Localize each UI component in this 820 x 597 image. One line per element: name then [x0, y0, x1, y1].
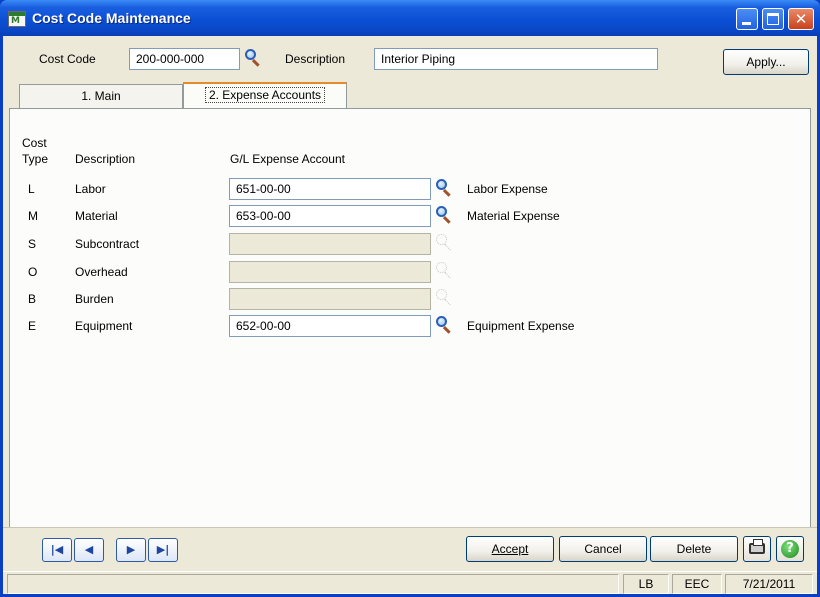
last-record-icon: ▶|: [156, 543, 170, 556]
cost-code-input[interactable]: 200-000-000: [129, 48, 240, 70]
row-cost-type: E: [28, 319, 37, 333]
lookup-lens: [436, 234, 447, 245]
lookup-handle: [442, 326, 451, 334]
row-cost-type: B: [28, 292, 37, 306]
delete-button[interactable]: Delete: [650, 536, 738, 562]
next-record-button[interactable]: ▶: [116, 538, 146, 562]
row-cost-type: L: [28, 182, 35, 196]
help-button[interactable]: ?: [776, 536, 804, 562]
title-bar[interactable]: M Cost Code Maintenance ✕: [0, 0, 820, 36]
apply-button-label: Apply...: [746, 55, 786, 69]
close-icon: ✕: [794, 10, 808, 28]
lookup-handle: [444, 299, 451, 306]
previous-record-button[interactable]: ◀: [74, 538, 104, 562]
row-description: Subcontract: [75, 237, 140, 251]
row-description: Material: [75, 209, 118, 223]
cost-code-lookup-icon[interactable]: [243, 48, 263, 68]
maximize-icon: [767, 13, 779, 25]
equipment-account-lookup-icon[interactable]: [434, 315, 454, 335]
cost-code-maintenance-window: M Cost Code Maintenance ✕ Cost Code 200-…: [0, 0, 820, 597]
printer-icon: [749, 539, 765, 554]
minimize-icon: [742, 22, 751, 25]
col-gl-expense-account: G/L Expense Account: [230, 152, 345, 166]
labor-gl-account-input[interactable]: 651-00-00: [229, 178, 431, 200]
tab-expense-accounts[interactable]: 2. Expense Accounts: [183, 82, 347, 108]
client-area: Cost Code 200-000-000 Description Interi…: [3, 36, 817, 594]
last-record-button[interactable]: ▶|: [148, 538, 178, 562]
window-title: Cost Code Maintenance: [32, 10, 191, 26]
lookup-lens: [436, 206, 447, 217]
lookup-lens: [436, 289, 447, 300]
lookup-lens: [245, 49, 256, 60]
material-account-description: Material Expense: [467, 209, 560, 223]
row-description: Labor: [75, 182, 106, 196]
delete-button-label: Delete: [676, 542, 712, 556]
status-date: 7/21/2011: [725, 574, 813, 594]
first-record-icon: |◀: [50, 543, 64, 556]
lookup-lens: [436, 179, 447, 190]
previous-record-icon: ◀: [84, 543, 94, 556]
col-description: Description: [75, 152, 136, 166]
material-gl-account-input[interactable]: 653-00-00: [229, 205, 431, 227]
status-bar: LB EEC 7/21/2011: [3, 571, 817, 594]
lookup-handle: [444, 244, 451, 251]
status-company: EEC: [672, 574, 722, 594]
row-cost-type: M: [28, 209, 38, 223]
col-cost-type-line2: Type: [22, 152, 49, 166]
material-account-lookup-icon[interactable]: [434, 205, 454, 225]
status-user: LB: [623, 574, 669, 594]
row-description: Overhead: [75, 265, 128, 279]
equipment-gl-account-input[interactable]: 652-00-00: [229, 315, 431, 337]
col-cost-type-line1: Cost: [22, 136, 47, 150]
cancel-button[interactable]: Cancel: [559, 536, 647, 562]
overhead-account-lookup-icon: [434, 261, 454, 281]
app-icon-glyph: M: [11, 16, 20, 26]
tab-main-label: 1. Main: [81, 89, 121, 103]
status-message: [7, 574, 619, 594]
cost-code-label: Cost Code: [39, 52, 96, 66]
labor-account-description: Labor Expense: [467, 182, 548, 196]
equipment-account-description: Equipment Expense: [467, 319, 575, 333]
print-button[interactable]: [743, 536, 771, 562]
accept-button[interactable]: Accept: [466, 536, 554, 562]
description-label: Description: [285, 52, 346, 66]
labor-account-lookup-icon[interactable]: [434, 178, 454, 198]
lookup-handle: [442, 216, 451, 224]
lookup-handle: [444, 272, 451, 279]
row-cost-type: O: [28, 265, 38, 279]
lookup-handle: [442, 189, 451, 197]
lookup-lens: [436, 262, 447, 273]
close-button[interactable]: ✕: [788, 8, 814, 30]
first-record-button[interactable]: |◀: [42, 538, 72, 562]
cancel-button-label: Cancel: [584, 542, 622, 556]
subcontract-account-lookup-icon: [434, 233, 454, 253]
overhead-gl-account-input: [229, 261, 431, 283]
burden-account-lookup-icon: [434, 288, 454, 308]
row-description: Equipment: [75, 319, 133, 333]
apply-button[interactable]: Apply...: [723, 49, 809, 75]
lookup-handle: [251, 59, 260, 67]
row-description: Burden: [75, 292, 114, 306]
minimize-button[interactable]: [736, 8, 758, 30]
lookup-lens: [436, 316, 447, 327]
subcontract-gl-account-input: [229, 233, 431, 255]
accept-button-label: Accept: [491, 542, 529, 556]
tab-expense-accounts-label: 2. Expense Accounts: [204, 87, 326, 103]
maximize-button[interactable]: [762, 8, 784, 30]
row-cost-type: S: [28, 237, 37, 251]
description-input[interactable]: Interior Piping: [374, 48, 658, 70]
mas-app-icon[interactable]: M: [8, 11, 26, 27]
next-record-icon: ▶: [126, 543, 136, 556]
bottom-separator: [3, 527, 817, 528]
tab-main[interactable]: 1. Main: [19, 84, 183, 108]
help-icon: ?: [781, 540, 799, 558]
burden-gl-account-input: [229, 288, 431, 310]
